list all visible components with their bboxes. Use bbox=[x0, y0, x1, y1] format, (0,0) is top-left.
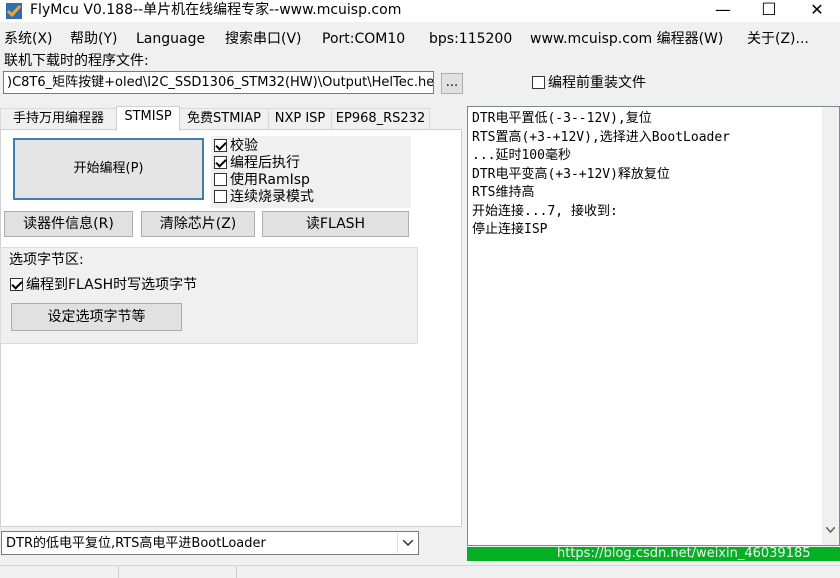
file-label: 联机下载时的程序文件: bbox=[4, 53, 149, 69]
write-option-bytes-checkbox-box[interactable] bbox=[10, 278, 23, 291]
watermark-text: https://blog.csdn.net/weixin_46039185 bbox=[557, 546, 811, 561]
continuous-burn-label: 连续烧录模式 bbox=[230, 189, 314, 205]
tab-handheld-programmer[interactable]: 手持万用编程器 bbox=[0, 108, 117, 130]
tab-stmisp[interactable]: STMISP bbox=[116, 106, 180, 131]
browse-button[interactable]: ... bbox=[441, 73, 463, 94]
reset-mode-select[interactable]: DTR的低电平复位,RTS高电平进BootLoader bbox=[1, 531, 419, 555]
tab-strip: 手持万用编程器 STMISP 免费STMIAP NXP ISP EP968_RS… bbox=[0, 106, 462, 131]
status-divider bbox=[118, 566, 119, 578]
write-option-bytes-label: 编程到FLASH时写选项字节 bbox=[26, 277, 198, 293]
read-device-info-button[interactable]: 读器件信息(R) bbox=[4, 211, 133, 237]
menu-about[interactable]: 关于(Z)... bbox=[747, 28, 809, 50]
log-scrollbar[interactable] bbox=[822, 107, 839, 545]
log-line: DTR电平变高(+3-+12V)释放复位 bbox=[472, 166, 670, 182]
app-logo-icon bbox=[6, 3, 22, 19]
log-line: 开始连接...7, 接收到: bbox=[472, 203, 618, 219]
log-line: RTS置高(+3-+12V),选择进入BootLoader bbox=[472, 129, 731, 145]
log-line: RTS维持高 bbox=[472, 185, 535, 200]
menu-programmer[interactable]: www.mcuisp.com 编程器(W) bbox=[530, 28, 723, 50]
continuous-burn-checkbox-box[interactable] bbox=[214, 190, 227, 203]
log-line: DTR电平置低(-3--12V),复位 bbox=[472, 111, 652, 126]
menu-port[interactable]: Port:COM10 bbox=[322, 28, 405, 50]
tab-nxp-isp[interactable]: NXP ISP bbox=[268, 108, 332, 130]
use-ramisp-checkbox[interactable]: 使用RamIsp bbox=[214, 172, 310, 189]
window-title: FlyMcu V0.188--单片机在线编程专家--www.mcuisp.com bbox=[30, 2, 402, 18]
log-line: 停止连接ISP bbox=[472, 222, 548, 237]
option-bytes-group: 选项字节区: 编程到FLASH时写选项字节 设定选项字节等 bbox=[0, 247, 418, 344]
log-lines: DTR电平置低(-3--12V),复位 RTS置高(+3-+12V),选择进入B… bbox=[472, 110, 730, 240]
menu-baud-rate[interactable]: bps:115200 bbox=[429, 28, 512, 50]
run-after-program-checkbox[interactable]: 编程后执行 bbox=[214, 155, 300, 172]
reload-file-checkbox[interactable]: 编程前重装文件 bbox=[532, 75, 646, 91]
log-line: ...延时100毫秒 bbox=[472, 148, 571, 163]
log-output[interactable]: DTR电平置低(-3--12V),复位 RTS置高(+3-+12V),选择进入B… bbox=[467, 106, 840, 546]
menu-search-port[interactable]: 搜索串口(V) bbox=[225, 28, 302, 50]
menu-help[interactable]: 帮助(Y) bbox=[70, 28, 117, 50]
scroll-down-arrow-icon[interactable] bbox=[826, 527, 835, 533]
run-after-program-label: 编程后执行 bbox=[230, 155, 300, 171]
menu-language[interactable]: Language bbox=[136, 28, 205, 50]
close-button[interactable]: ✕ bbox=[794, 0, 840, 22]
title-bar: FlyMcu V0.188--单片机在线编程专家--www.mcuisp.com… bbox=[0, 0, 840, 22]
file-path-input[interactable]: )C8T6_矩阵按键+oled\I2C_SSD1306_STM32(HW)\Ou… bbox=[3, 71, 434, 94]
run-after-program-checkbox-box[interactable] bbox=[214, 156, 227, 169]
tab-free-stmiap[interactable]: 免费STMIAP bbox=[179, 108, 269, 130]
read-flash-button[interactable]: 读FLASH bbox=[262, 211, 409, 237]
verify-label: 校验 bbox=[230, 138, 258, 154]
write-option-bytes-checkbox[interactable]: 编程到FLASH时写选项字节 bbox=[10, 277, 197, 293]
use-ramisp-checkbox-box[interactable] bbox=[214, 173, 227, 186]
menu-system[interactable]: 系统(X) bbox=[4, 28, 53, 50]
chevron-down-icon bbox=[403, 540, 413, 546]
erase-chip-button[interactable]: 清除芯片(Z) bbox=[141, 211, 255, 237]
status-bar bbox=[0, 565, 840, 578]
status-divider bbox=[236, 566, 237, 578]
continuous-burn-checkbox[interactable]: 连续烧录模式 bbox=[214, 189, 314, 206]
use-ramisp-label: 使用RamIsp bbox=[230, 172, 310, 188]
menu-bar: 系统(X) 帮助(Y) Language 搜索串口(V) Port:COM10 … bbox=[0, 28, 840, 50]
program-options: 校验 编程后执行 使用RamIsp 连续烧录模式 bbox=[211, 136, 411, 208]
option-bytes-title: 选项字节区: bbox=[9, 252, 84, 268]
maximize-button[interactable]: ☐ bbox=[746, 0, 792, 22]
tab-ep968-rs232[interactable]: EP968_RS232 bbox=[331, 108, 430, 130]
reload-file-checkbox-box[interactable] bbox=[532, 76, 545, 89]
dropdown-button[interactable] bbox=[397, 533, 417, 553]
verify-checkbox[interactable]: 校验 bbox=[214, 138, 258, 155]
minimize-button[interactable]: — bbox=[700, 0, 746, 22]
reload-file-label: 编程前重装文件 bbox=[548, 75, 646, 91]
reset-mode-value: DTR的低电平复位,RTS高电平进BootLoader bbox=[6, 536, 266, 551]
verify-checkbox-box[interactable] bbox=[214, 139, 227, 152]
start-programming-button[interactable]: 开始编程(P) bbox=[13, 138, 204, 200]
set-option-bytes-button[interactable]: 设定选项字节等 bbox=[11, 303, 182, 331]
